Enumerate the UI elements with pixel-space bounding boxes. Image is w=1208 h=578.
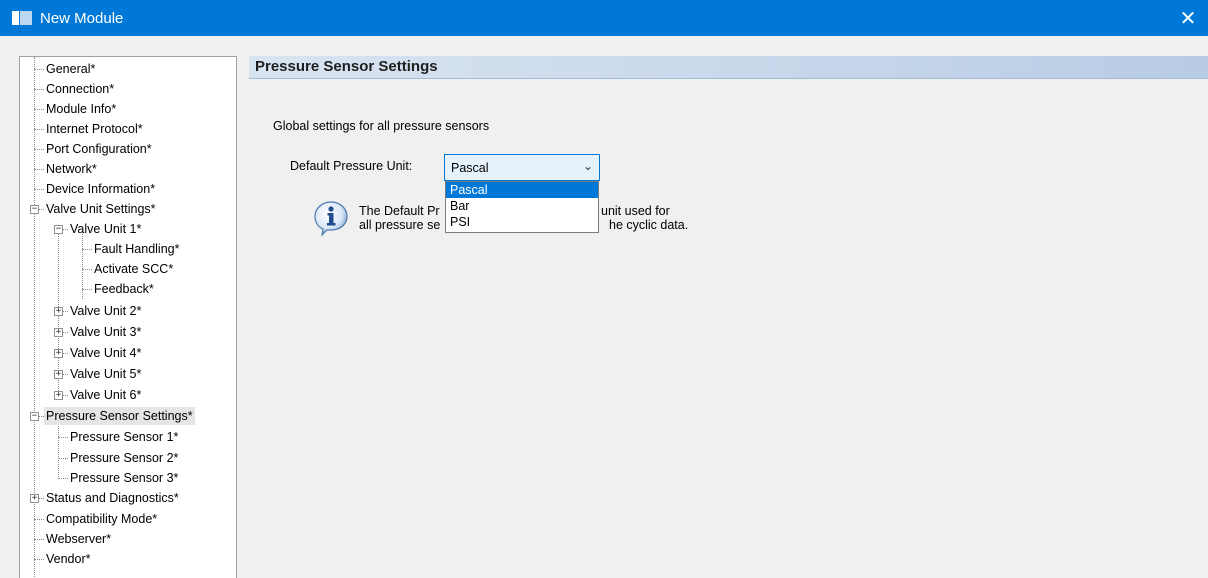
tree-item-webserver[interactable]: Webserver* — [44, 529, 113, 549]
window-title: New Module — [40, 9, 124, 27]
tree-item-label: Pressure Sensor 1* — [70, 430, 179, 444]
tree-item-network[interactable]: Network* — [44, 159, 99, 179]
expand-icon[interactable]: + — [54, 370, 63, 379]
tree-item-valve-unit-settings[interactable]: Valve Unit Settings* — [44, 199, 158, 219]
settings-tree: General* Connection* Module Info* Intern… — [19, 56, 237, 578]
tree-item-label: Valve Unit 4* — [70, 346, 142, 360]
tree-item-activate-scc[interactable]: Activate SCC* — [92, 259, 175, 279]
tree-item-pressure-sensor-1[interactable]: Pressure Sensor 1* — [68, 427, 180, 447]
global-settings-text: Global settings for all pressure sensors — [273, 119, 490, 133]
section-header: Pressure Sensor Settings — [249, 56, 1208, 79]
tree-item-label: Activate SCC* — [94, 262, 174, 276]
tree-item-connection[interactable]: Connection* — [44, 79, 116, 99]
tree-item-label: Feedback* — [94, 282, 154, 296]
info-text-fragment: unit used for — [601, 204, 670, 218]
tree-item-device-information[interactable]: Device Information* — [44, 179, 157, 199]
tree-item-label: Connection* — [46, 82, 115, 96]
default-pressure-unit-select[interactable]: Pascal ⌄ — [444, 154, 600, 181]
pressure-unit-dropdown-list: Pascal Bar PSI — [445, 181, 599, 233]
tree-item-label: Valve Unit 1* — [70, 222, 142, 236]
tree-item-vendor[interactable]: Vendor* — [44, 549, 92, 569]
tree-item-status-and-diagnostics[interactable]: Status and Diagnostics* — [44, 488, 181, 508]
tree-item-label: Webserver* — [46, 532, 112, 546]
select-value: Pascal — [451, 161, 489, 175]
tree-item-label: Device Information* — [46, 182, 156, 196]
tree-item-label: Module Info* — [46, 102, 117, 116]
tree-item-valve-unit-6[interactable]: Valve Unit 6* — [68, 385, 143, 405]
expand-icon[interactable]: + — [54, 328, 63, 337]
tree-item-module-info[interactable]: Module Info* — [44, 99, 118, 119]
expand-icon[interactable]: + — [54, 307, 63, 316]
tree-item-pressure-sensor-2[interactable]: Pressure Sensor 2* — [68, 448, 180, 468]
collapse-icon[interactable]: − — [30, 412, 39, 421]
tree-item-label: Pressure Sensor Settings* — [44, 407, 195, 425]
tree-item-label: Port Configuration* — [46, 142, 152, 156]
dropdown-option-pascal[interactable]: Pascal — [446, 182, 598, 198]
expand-icon[interactable]: + — [54, 349, 63, 358]
title-bar: New Module ✕ — [0, 0, 1208, 36]
tree-item-compatibility-mode[interactable]: Compatibility Mode* — [44, 509, 159, 529]
default-pressure-unit-label: Default Pressure Unit: — [290, 159, 413, 173]
tree-item-valve-unit-4[interactable]: Valve Unit 4* — [68, 343, 143, 363]
tree-item-pressure-sensor-3[interactable]: Pressure Sensor 3* — [68, 468, 180, 488]
page-title: Pressure Sensor Settings — [255, 58, 438, 75]
tree-item-valve-unit-1[interactable]: Valve Unit 1* — [68, 219, 143, 239]
tree-item-general[interactable]: General* — [44, 59, 97, 79]
info-text-fragment: he cyclic data. — [609, 218, 689, 232]
tree-item-label: General* — [46, 62, 96, 76]
info-text-fragment: all pressure se — [359, 218, 441, 232]
tree-item-pressure-sensor-settings[interactable]: Pressure Sensor Settings* — [44, 406, 195, 426]
collapse-icon[interactable]: − — [54, 225, 63, 234]
dropdown-option-bar[interactable]: Bar — [446, 198, 598, 214]
tree-item-label: Internet Protocol* — [46, 122, 143, 136]
app-icon — [12, 11, 32, 25]
tree-item-label: Pressure Sensor 2* — [70, 451, 179, 465]
tree-item-feedback[interactable]: Feedback* — [92, 279, 156, 299]
close-icon[interactable]: ✕ — [1168, 0, 1208, 36]
tree-item-label: Vendor* — [46, 552, 91, 566]
tree-item-internet-protocol[interactable]: Internet Protocol* — [44, 119, 145, 139]
tree-item-label: Valve Unit 6* — [70, 388, 142, 402]
expand-icon[interactable]: + — [54, 391, 63, 400]
chevron-down-icon: ⌄ — [582, 159, 593, 173]
tree-item-fault-handling[interactable]: Fault Handling* — [92, 239, 181, 259]
tree-item-label: Valve Unit Settings* — [46, 202, 156, 216]
collapse-icon[interactable]: − — [30, 205, 39, 214]
tree-item-label: Pressure Sensor 3* — [70, 471, 179, 485]
tree-item-label: Valve Unit 2* — [70, 304, 142, 318]
info-icon — [314, 201, 348, 236]
tree-item-label: Valve Unit 3* — [70, 325, 142, 339]
tree-item-valve-unit-2[interactable]: Valve Unit 2* — [68, 301, 143, 321]
tree-item-valve-unit-5[interactable]: Valve Unit 5* — [68, 364, 143, 384]
expand-icon[interactable]: + — [30, 494, 39, 503]
tree-item-label: Valve Unit 5* — [70, 367, 142, 381]
tree-item-port-configuration[interactable]: Port Configuration* — [44, 139, 154, 159]
tree-item-label: Fault Handling* — [94, 242, 180, 256]
tree-item-valve-unit-3[interactable]: Valve Unit 3* — [68, 322, 143, 342]
tree-item-label: Network* — [46, 162, 97, 176]
tree-item-label: Status and Diagnostics* — [46, 491, 179, 505]
dropdown-option-psi[interactable]: PSI — [446, 214, 598, 230]
info-text-fragment: The Default Pr — [359, 204, 440, 218]
tree-item-label: Compatibility Mode* — [46, 512, 158, 526]
